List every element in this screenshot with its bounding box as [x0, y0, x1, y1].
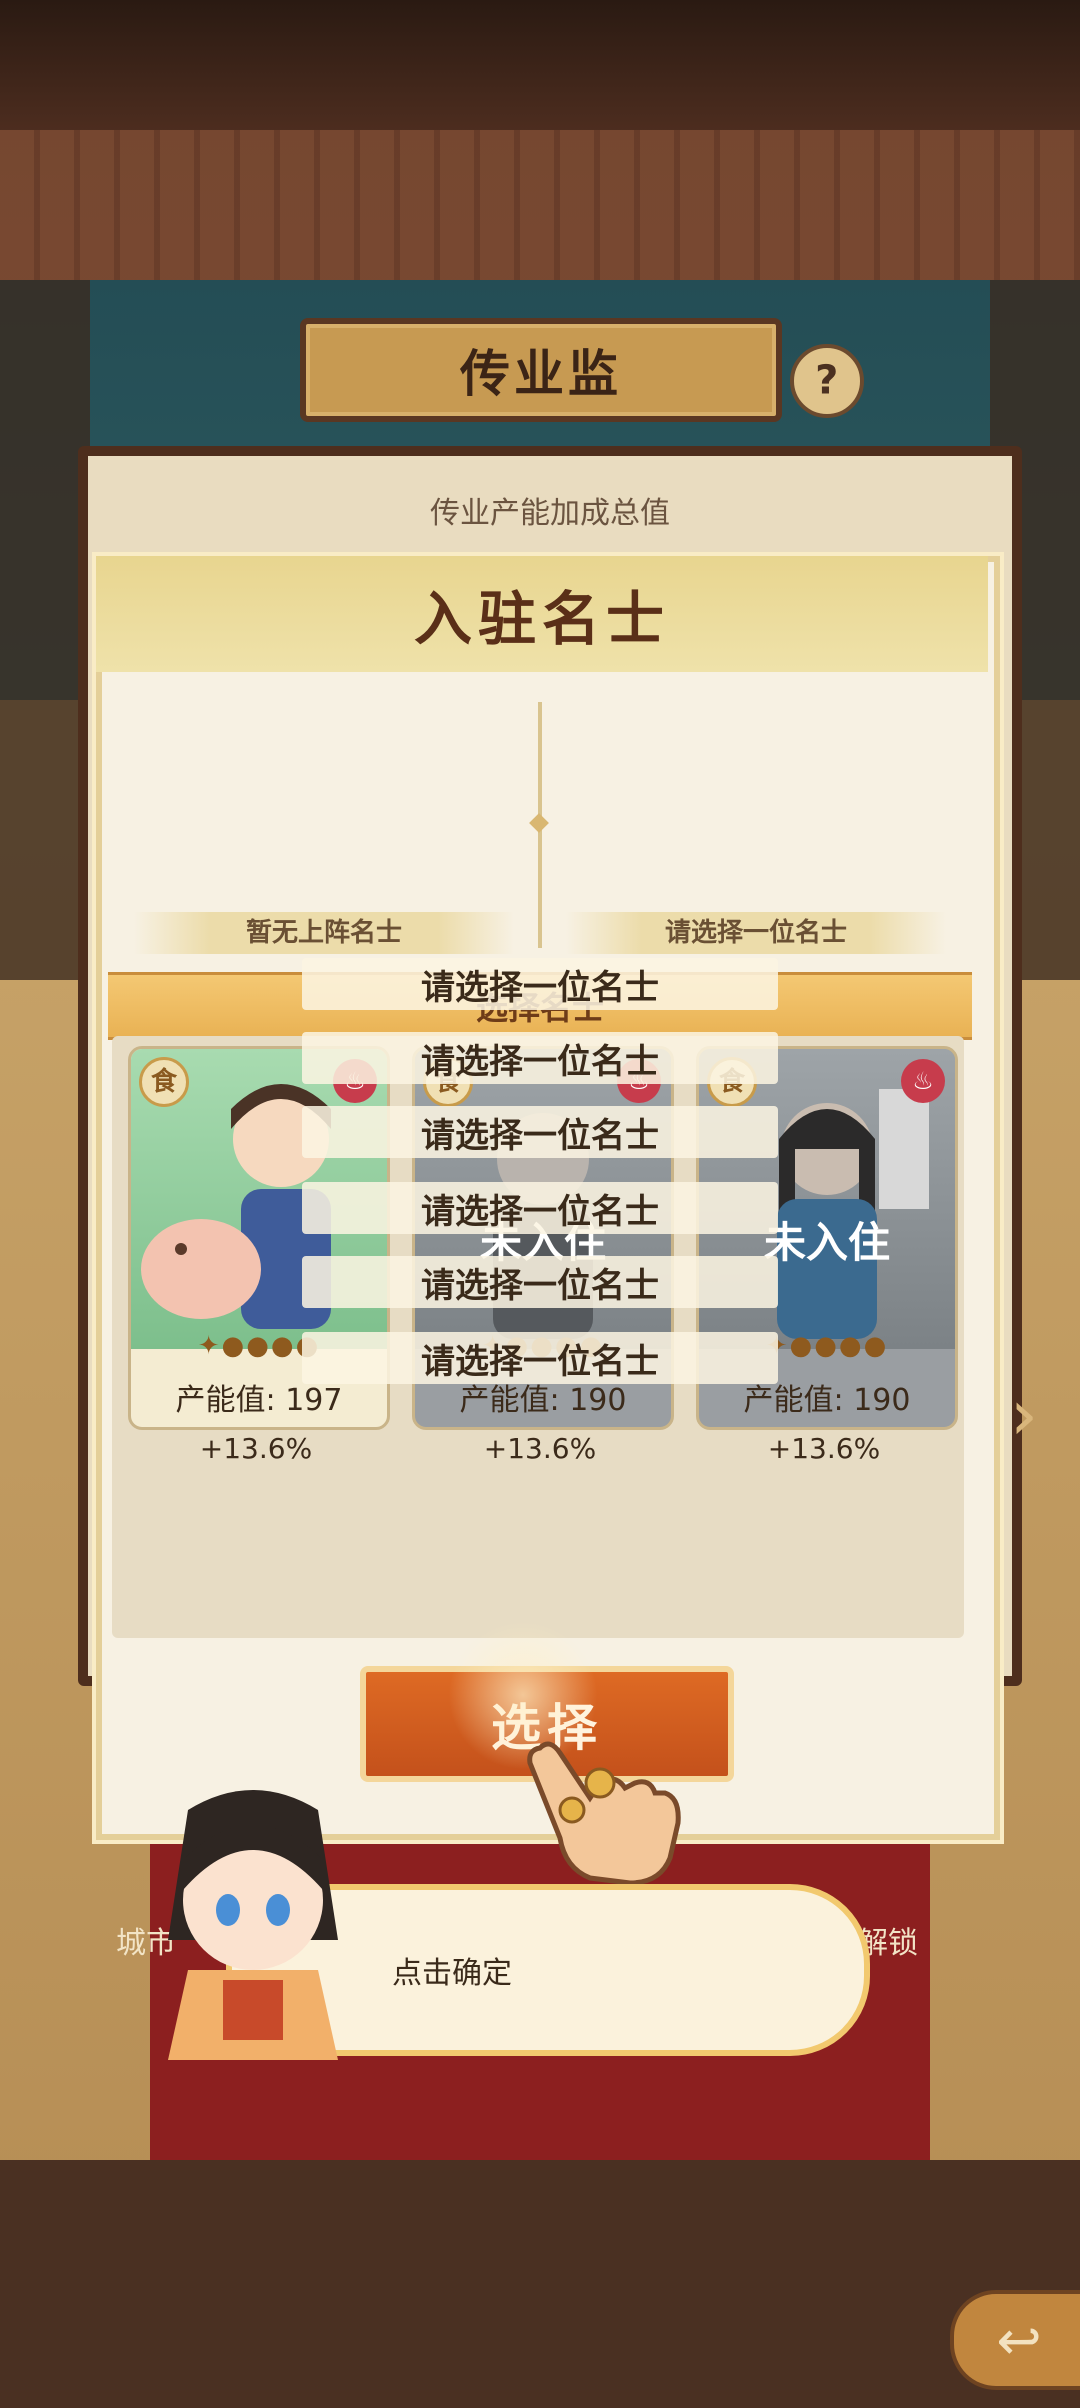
dropdown-item-label: 请选择一位名士	[421, 1265, 659, 1306]
modal-title: 入驻名士	[413, 585, 670, 653]
back-arrow-icon: ↩	[996, 2308, 1042, 2372]
tag-icon: ♨	[901, 1059, 945, 1103]
dropdown-item[interactable]: 请选择一位名士	[302, 1182, 778, 1234]
dropdown-item-label: 请选择一位名士	[421, 967, 659, 1008]
dropdown-item-label: 请选择一位名士	[421, 1191, 659, 1232]
screen-title-plaque: 传业监	[300, 318, 782, 422]
back-button[interactable]: ↩	[950, 2290, 1080, 2390]
guide-dialog-text: 点击确定	[392, 1956, 512, 1991]
curtain-left	[0, 280, 90, 980]
dropdown-item[interactable]: 请选择一位名士	[302, 1106, 778, 1158]
help-icon: ?	[815, 357, 839, 404]
next-arrow-icon[interactable]: ›	[1010, 1380, 1060, 1450]
screen-title: 传业监	[460, 344, 622, 403]
dropdown-item[interactable]: 请选择一位名士	[302, 1332, 778, 1384]
dropdown-item[interactable]: 请选择一位名士	[302, 1256, 778, 1308]
dropdown-item-label: 请选择一位名士	[421, 1041, 659, 1082]
dropdown-item-label: 请选择一位名士	[421, 1115, 659, 1156]
pointing-hand-icon	[527, 1741, 681, 1886]
card-2-bonus: +13.6%	[483, 1432, 597, 1465]
guide-character-icon	[168, 1790, 338, 2060]
slot-left-label[interactable]: 暂无上阵名士	[134, 912, 514, 954]
card-1-bonus: +13.6%	[199, 1432, 313, 1465]
dropdown-item-label: 请选择一位名士	[421, 1341, 659, 1382]
slot-right-label[interactable]: 请选择一位名士	[566, 912, 946, 954]
bonus-total-label: 传业产能加成总值	[430, 496, 670, 531]
floor	[0, 2160, 1080, 2408]
modal-header: 入驻名士	[96, 556, 988, 672]
food-icon: 食	[139, 1057, 189, 1107]
dropdown-item[interactable]: 请选择一位名士	[302, 1032, 778, 1084]
card-3-bonus: +13.6%	[767, 1432, 881, 1465]
roof-tiles	[0, 130, 1080, 280]
dropdown-item[interactable]: 请选择一位名士	[302, 958, 778, 1010]
